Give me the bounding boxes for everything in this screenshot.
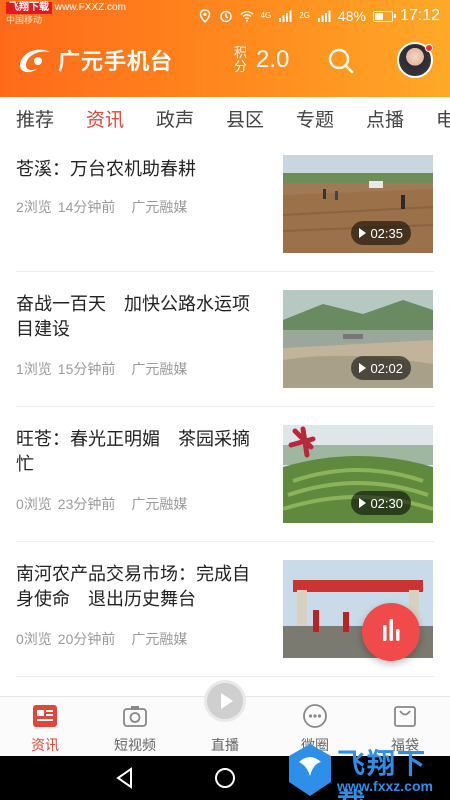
item-title: 苍溪：万台农机助春耕 [16,159,196,179]
item-time: 23分钟前 [57,496,116,512]
news-icon [33,705,57,727]
play-icon [221,693,233,709]
duration-text: 02:02 [370,360,403,376]
notification-dot [425,44,433,52]
nav-short-video-label: 短视频 [114,737,156,753]
item-views: 2浏览 [16,199,52,215]
nav-live-label: 直播 [211,737,239,753]
duration-text: 02:35 [370,225,403,241]
video-duration: 02:30 [351,491,411,515]
item-source: 广元融媒 [131,496,188,512]
item-title: 南河农产品交易市场：完成自身使命 退出历史舞台 [16,564,250,609]
video-thumbnail[interactable]: 02:30 [283,425,433,523]
nav-short-video[interactable]: 短视频 [90,697,180,757]
status-bar: 飞翔下载 www.FXXZ.com 中国移动 4G 2G 48% 17:12 [0,0,450,30]
network-2g-label: 2G [299,11,310,20]
tab-news[interactable]: 资讯 [86,105,124,132]
points-value: 2.0 [256,46,290,73]
watermark-logo-icon [289,744,331,796]
item-meta-left: 1浏览 15分钟前 [16,359,115,379]
category-tabs: 推荐 资讯 政声 县区 专题 点播 电 [0,97,450,137]
tab-politics[interactable]: 政声 [156,105,194,132]
play-icon [359,498,367,508]
play-icon [359,363,367,373]
network-type-2g: 2G [299,12,310,20]
watermark-badge: 飞翔下载 [6,2,52,14]
signal-icon [279,10,292,22]
home-icon[interactable] [213,766,237,790]
live-play-button[interactable] [204,680,246,722]
location-icon [199,9,210,23]
nav-news-label: 资讯 [31,737,59,753]
carrier-name: 中国移动 [6,15,43,25]
tab-tv[interactable]: 电 [436,105,450,132]
nav-news[interactable]: 资讯 [0,697,90,757]
watermark: 飞翔下载 www.fxxz.com [285,740,450,800]
alarm-icon [219,10,232,23]
item-views: 0浏览 [16,496,52,512]
video-thumbnail[interactable]: 02:35 [283,155,433,253]
video-duration: 02:02 [351,356,411,380]
watermark-url: www.FXXZ.com [54,2,126,13]
item-meta: 0浏览 23分钟前 广元融媒 [16,494,187,514]
item-source: 广元融媒 [131,199,188,215]
camera-icon [123,706,147,727]
search-icon[interactable] [326,46,356,76]
play-icon [359,228,367,238]
item-meta-left: 0浏览 20分钟前 [16,629,115,649]
item-meta: 0浏览 20分钟前 广元融媒 [16,629,187,649]
item-time: 14分钟前 [57,199,116,215]
tab-recommend[interactable]: 推荐 [16,105,54,132]
item-views: 1浏览 [16,361,52,377]
tab-topics[interactable]: 专题 [296,105,334,132]
network-4g-label: 4G [260,11,272,20]
item-title: 奋战一百天 加快公路水运项目建设 [16,294,250,339]
item-title: 旺苍：春光正明媚 茶园采摘忙 [16,429,250,474]
points-label: 积 分 [234,46,248,74]
battery-percent: 48% [337,8,366,24]
chat-icon [303,704,327,728]
app-header-background: 飞翔下载 www.FXXZ.com 中国移动 4G 2G 48% 17:12 广… [0,0,450,97]
video-duration: 02:35 [351,221,411,245]
item-views: 0浏览 [16,631,52,647]
item-meta: 1浏览 15分钟前 广元融媒 [16,359,187,379]
network-type-4g: 4G [261,12,272,20]
status-bar-right: 4G 2G 48% 17:12 [198,6,440,26]
status-bar-left: 飞翔下载 www.FXXZ.com 中国移动 [6,2,126,26]
status-time: 17:12 [399,7,440,24]
points-label-top: 积 [234,45,248,60]
item-meta: 2浏览 14分钟前 广元融媒 [16,197,187,217]
watermark-domain: www.fxxz.com [337,778,433,794]
app-header: 广元手机台 积 分 2.0 [0,30,450,92]
bag-icon [394,706,416,727]
item-meta-left: 2浏览 14分钟前 [16,197,115,217]
video-thumbnail[interactable]: 02:02 [283,290,433,388]
tab-on-demand[interactable]: 点播 [366,105,404,132]
list-item[interactable]: 奋战一百天 加快公路水运项目建设 1浏览 15分钟前 广元融媒 02:02 [16,272,434,407]
item-time: 20分钟前 [57,631,116,647]
list-item[interactable]: 苍溪：万台农机助春耕 2浏览 14分钟前 广元融媒 02:35 [16,137,434,272]
app-logo: 广元手机台 [16,44,173,76]
item-source: 广元融媒 [131,631,188,647]
audio-bars-icon [383,619,400,641]
item-time: 15分钟前 [57,361,116,377]
logo-swirl-icon [19,49,50,73]
item-source: 广元融媒 [131,361,188,377]
audio-float-button[interactable] [362,603,420,661]
battery-level [374,12,383,20]
signal-icon-2 [317,10,331,22]
points-display[interactable]: 积 分 2.0 [234,46,289,74]
item-meta-left: 0浏览 23分钟前 [16,494,115,514]
wifi-icon [240,10,254,22]
points-label-bottom: 分 [234,59,248,74]
duration-text: 02:30 [370,495,403,511]
back-icon[interactable] [113,766,137,790]
battery-icon [372,10,396,22]
app-name: 广元手机台 [58,49,174,74]
tab-counties[interactable]: 县区 [226,105,264,132]
list-item[interactable]: 旺苍：春光正明媚 茶园采摘忙 0浏览 23分钟前 广元融媒 02:30 [16,407,434,542]
